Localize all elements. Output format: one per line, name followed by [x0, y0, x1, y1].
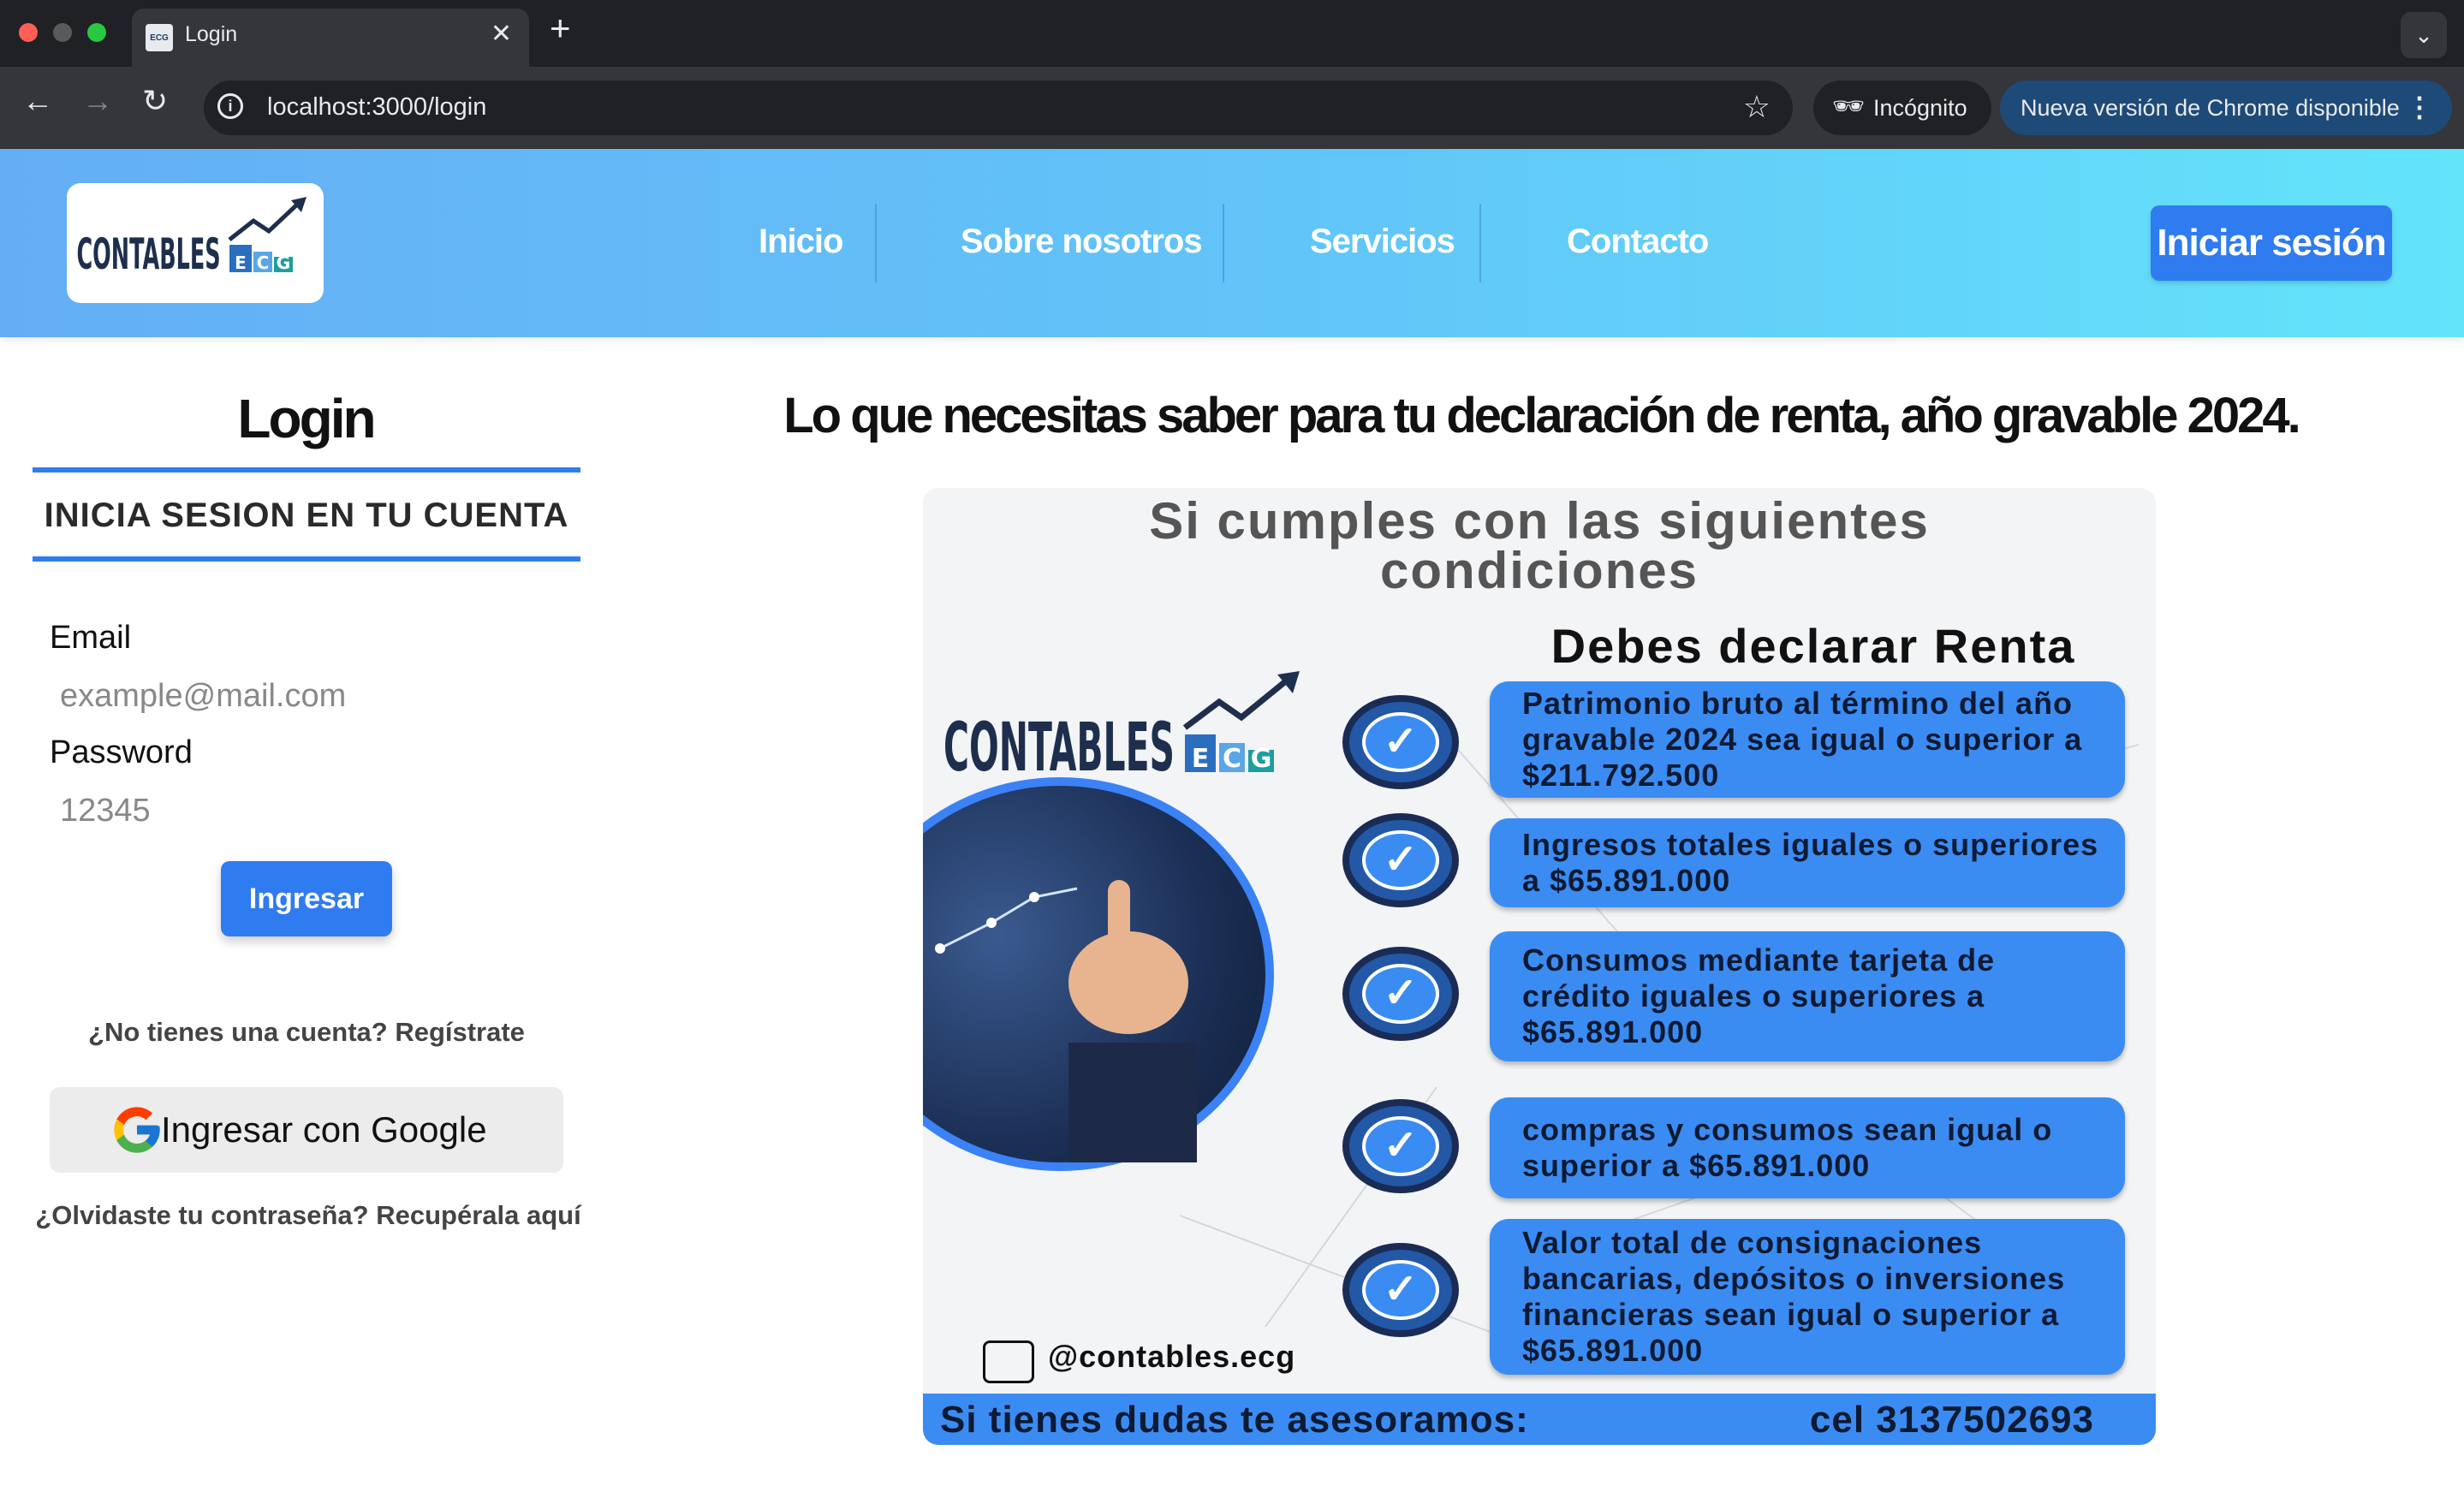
- minimize-window-button[interactable]: [53, 23, 72, 42]
- check-icon: ✓: [1342, 1243, 1459, 1337]
- google-signin-label: Ingresar con Google: [161, 1109, 487, 1150]
- instagram-icon: [983, 1340, 1034, 1383]
- update-label: Nueva versión de Chrome disponible: [2021, 95, 2400, 121]
- address-bar[interactable]: i localhost:3000/login ☆: [204, 80, 1793, 135]
- logo-suffix-letter: C: [1223, 744, 1241, 774]
- logo-graphic: CONTABLES ECG: [76, 197, 307, 279]
- incognito-indicator[interactable]: 🕶 Incógnito: [1813, 80, 1991, 135]
- more-menu-icon[interactable]: ⋮: [2406, 91, 2433, 123]
- footer-phone: cel 3137502693: [1809, 1399, 2094, 1441]
- poster-subtitle: Debes declarar Renta: [1550, 619, 2076, 673]
- nav-servicios[interactable]: Servicios: [1310, 223, 1455, 261]
- new-tab-button[interactable]: +: [550, 10, 571, 46]
- google-signin-button[interactable]: Ingresar con Google: [50, 1087, 563, 1173]
- logo-suffix-letter: E: [1192, 744, 1210, 774]
- social-handle: @contables.ecg: [1048, 1339, 1296, 1374]
- site-info-icon[interactable]: i: [217, 93, 243, 119]
- nav-divider: [1479, 204, 1481, 282]
- divider: [33, 467, 580, 473]
- browser-tab-login[interactable]: ECG Login ✕: [132, 9, 529, 67]
- logo-text: CONTABLES: [76, 229, 220, 279]
- tab-title: Login: [185, 22, 238, 46]
- login-subtitle: INICIA SESION EN TU CUENTA: [44, 496, 569, 534]
- site-header: CONTABLES ECG Inicio Sobre nosotros Serv…: [0, 149, 2464, 337]
- bookmark-star-icon[interactable]: ☆: [1743, 89, 1771, 125]
- page-title: Lo que necesitas saber para tu declaraci…: [783, 388, 2300, 443]
- chrome-update-button[interactable]: Nueva versión de Chrome disponible ⋮: [2000, 80, 2452, 135]
- check-icon: ✓: [1342, 1099, 1459, 1193]
- condition-item: Valor total de consignaciones bancarias,…: [1490, 1219, 2125, 1375]
- nav-sobre-nosotros[interactable]: Sobre nosotros: [961, 223, 1203, 261]
- password-field[interactable]: [50, 786, 563, 835]
- nav-contacto[interactable]: Contacto: [1567, 223, 1709, 261]
- poster-title-line2: condiciones: [1379, 542, 1699, 599]
- poster-title: Si cumples con las siguientes condicione…: [923, 492, 2156, 599]
- nav-divider: [875, 204, 877, 282]
- forgot-password-link[interactable]: ¿Olvidaste tu contraseña? Recupérala aqu…: [26, 1200, 591, 1231]
- browser-tab-bar: ECG Login ✕ + ⌄: [0, 0, 2464, 67]
- poster-title-line1: Si cumples con las siguientes: [1149, 492, 1930, 550]
- logo-suffix-letter: C: [257, 253, 270, 273]
- condition-item: Ingresos totales iguales o superiores a …: [1490, 818, 2125, 907]
- logo-suffix-letter: G: [1251, 744, 1272, 774]
- email-field[interactable]: [50, 671, 563, 721]
- check-icon: ✓: [1342, 947, 1459, 1041]
- poster-logo-text: CONTABLES: [943, 710, 1175, 779]
- submit-login-button[interactable]: Ingresar: [221, 861, 392, 936]
- maximize-window-button[interactable]: [87, 23, 106, 42]
- header-login-button[interactable]: Iniciar sesión: [2151, 205, 2392, 281]
- password-label: Password: [50, 734, 193, 770]
- incognito-icon: 🕶: [1832, 92, 1866, 121]
- condition-item: compras y consumos sean igual o superior…: [1490, 1097, 2125, 1198]
- tab-search-button[interactable]: ⌄: [2401, 12, 2447, 58]
- logo-suffix-letter: G: [277, 253, 290, 273]
- info-poster: Si cumples con las siguientes condicione…: [923, 488, 2156, 1445]
- forward-button[interactable]: →: [82, 86, 113, 116]
- favicon-icon: ECG: [146, 24, 173, 51]
- pointing-hand-graphic: [935, 880, 1197, 1162]
- condition-item: Patrimonio bruto al término del año grav…: [1490, 681, 2125, 798]
- logo-suffix-letter: E: [235, 253, 247, 273]
- register-link[interactable]: ¿No tienes una cuenta? Regístrate: [33, 1017, 580, 1048]
- footer-help-text: Si tienes dudas te asesoramos:: [940, 1399, 1529, 1441]
- tab-close-icon[interactable]: ✕: [491, 19, 512, 49]
- email-label: Email: [50, 620, 132, 656]
- divider: [33, 556, 580, 562]
- condition-item: Consumos mediante tarjeta de crédito igu…: [1490, 931, 2125, 1061]
- incognito-label: Incógnito: [1873, 95, 1967, 121]
- poster-logo: CONTABLES ECG: [943, 671, 1300, 779]
- back-button[interactable]: ←: [22, 86, 53, 116]
- check-icon: ✓: [1342, 695, 1459, 789]
- close-window-button[interactable]: [19, 23, 38, 42]
- poster-footer: Si tienes dudas te asesoramos: cel 31375…: [923, 1394, 2156, 1445]
- browser-toolbar: ← → ↻ i localhost:3000/login ☆ 🕶 Incógni…: [0, 67, 2464, 149]
- google-icon: [114, 1107, 160, 1153]
- reload-button[interactable]: ↻: [142, 86, 168, 116]
- login-title: Login: [237, 388, 376, 449]
- nav-inicio[interactable]: Inicio: [759, 223, 843, 261]
- site-logo[interactable]: CONTABLES ECG: [67, 183, 324, 303]
- nav-divider: [1223, 204, 1224, 282]
- check-icon: ✓: [1342, 813, 1459, 907]
- url-text[interactable]: localhost:3000/login: [267, 93, 486, 122]
- business-photo: [923, 777, 1274, 1171]
